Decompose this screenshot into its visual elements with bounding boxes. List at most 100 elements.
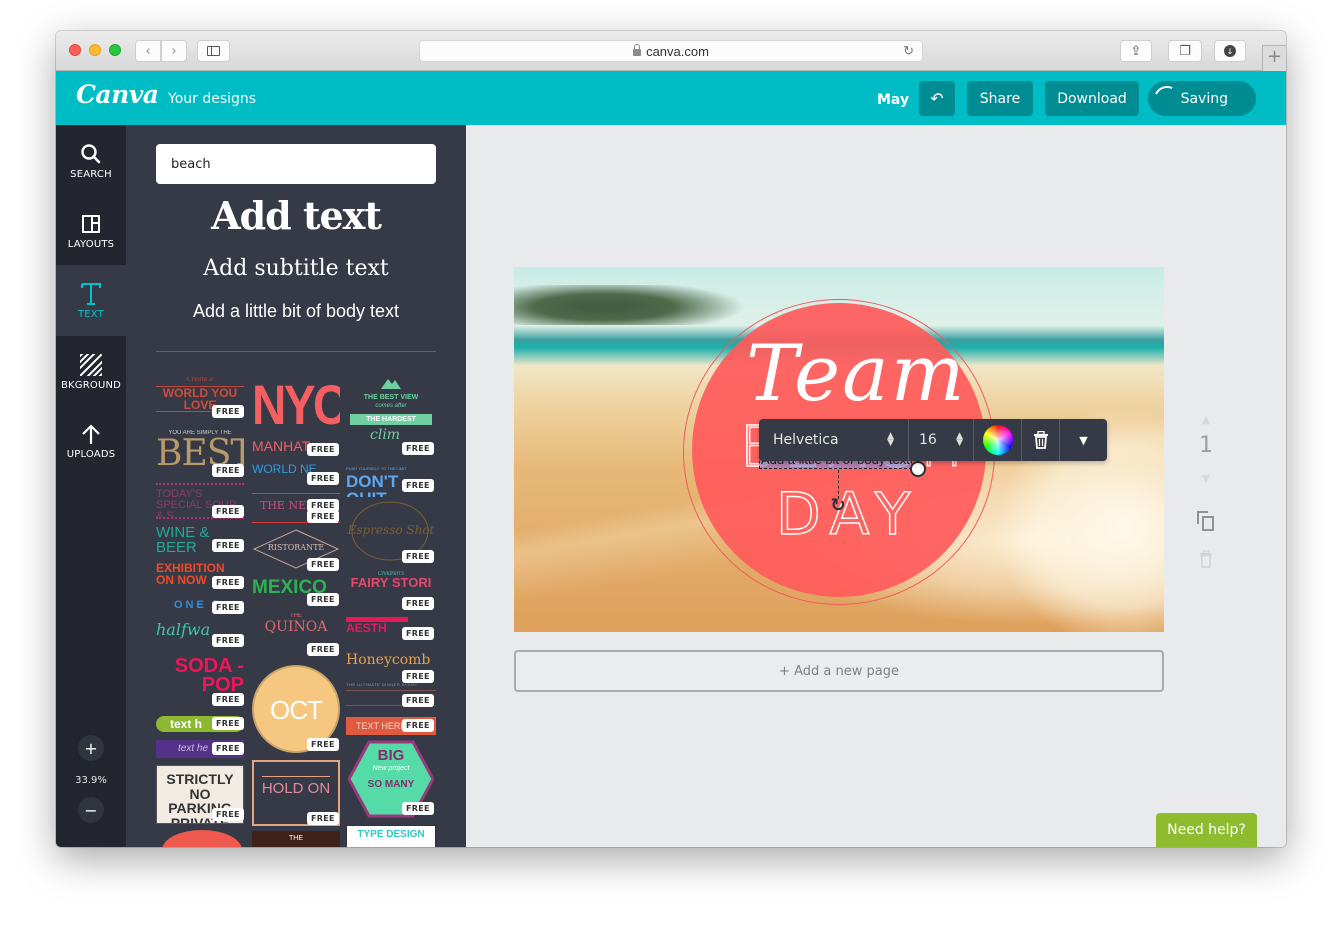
free-badge: FREE (212, 717, 244, 730)
font-size-value: 16 (919, 432, 937, 448)
undo-button[interactable]: ↶ (919, 81, 955, 116)
background-photo-trees (514, 285, 774, 325)
more-options-button[interactable]: ▼ (1060, 419, 1107, 461)
trash-icon (1200, 550, 1212, 568)
background-icon (80, 352, 102, 378)
text-icon (80, 281, 102, 307)
rail-item-search[interactable]: SEARCH (56, 125, 126, 195)
delete-page-button[interactable] (1191, 550, 1221, 572)
forward-icon: › (171, 43, 177, 59)
copy-icon (1197, 511, 1214, 531)
template-round-red[interactable] (162, 830, 242, 847)
rail-item-uploads[interactable]: UPLOADS (56, 405, 126, 475)
free-badge: FREE (212, 505, 244, 518)
free-badge: FREE (307, 593, 339, 606)
page-number: 1 (1199, 433, 1213, 458)
zoom-in-button[interactable]: + (78, 735, 104, 761)
search-icon (80, 141, 102, 167)
divider (156, 351, 436, 352)
address-bar[interactable]: canva.com ↻ (419, 40, 923, 62)
rail-label: SEARCH (70, 168, 112, 180)
layouts-icon (81, 211, 101, 237)
zoom-level: 33.9% (75, 775, 107, 786)
chevron-up-icon: ▲ (1201, 413, 1211, 426)
rail-label: LAYOUTS (67, 238, 115, 250)
page-down-button[interactable]: ▼ (1191, 472, 1221, 485)
minimize-window-button[interactable] (89, 44, 101, 56)
your-designs-link[interactable]: Your designs (168, 91, 256, 107)
free-badge: FREE (212, 742, 244, 755)
new-tab-button[interactable]: + (1262, 45, 1286, 71)
page-up-button[interactable]: ▲ (1191, 413, 1221, 426)
back-button[interactable]: ‹ (135, 40, 161, 62)
lock-icon (633, 43, 642, 56)
saving-status: Saving (1148, 81, 1256, 116)
delete-element-button[interactable] (1022, 419, 1060, 461)
free-badge: FREE (212, 601, 244, 614)
rail-item-text[interactable]: TEXT (56, 265, 126, 335)
rotate-handle-icon[interactable]: ↻ (828, 495, 848, 516)
font-size-select[interactable]: 16 ▲ ▼ (909, 419, 974, 461)
maximize-window-button[interactable] (109, 44, 121, 56)
add-body-text-button[interactable]: Add a little bit of body text (126, 301, 466, 322)
zoom-out-button[interactable]: − (78, 797, 104, 823)
spinner-icon (1150, 82, 1184, 116)
tabs-icon: ❐ (1179, 43, 1191, 59)
free-badge: FREE (212, 464, 244, 477)
free-badge: FREE (212, 693, 244, 706)
close-window-button[interactable] (69, 44, 81, 56)
share-icon: ⇪ (1130, 43, 1142, 59)
text-format-toolbar: Helvetica ▲ ▼ 16 ▲ ▼ ▼ (759, 419, 1107, 461)
share-button[interactable]: Share (967, 81, 1033, 116)
free-badge: FREE (402, 694, 434, 707)
free-badge: FREE (307, 443, 339, 456)
free-badge: FREE (402, 597, 434, 610)
free-badge: FREE (212, 539, 244, 552)
text-color-button[interactable] (974, 419, 1022, 461)
free-badge: FREE (402, 627, 434, 640)
forward-button[interactable]: › (161, 40, 187, 62)
duplicate-page-button[interactable] (1191, 510, 1221, 536)
sidebar-toggle-button[interactable] (197, 40, 230, 62)
back-icon: ‹ (145, 43, 151, 59)
add-subtitle-button[interactable]: Add subtitle text (126, 256, 466, 281)
font-family-select[interactable]: Helvetica ▲ ▼ (759, 419, 909, 461)
saving-label: Saving (1180, 90, 1228, 107)
app-header: Canva Your designs May ↶ Share Download … (56, 71, 1286, 125)
template-brown[interactable]: THE (252, 831, 340, 847)
free-badge: FREE (307, 812, 339, 825)
rail-item-background[interactable]: BKGROUND (56, 336, 126, 406)
add-heading-button[interactable]: Add text (126, 193, 466, 238)
free-badge: FREE (307, 472, 339, 485)
show-tabs-button[interactable]: ❐ (1168, 40, 1202, 62)
free-badge: FREE (212, 576, 244, 589)
share-page-button[interactable]: ⇪ (1120, 40, 1152, 62)
reload-icon[interactable]: ↻ (903, 43, 914, 59)
free-badge: FREE (212, 405, 244, 418)
search-input[interactable] (156, 144, 436, 184)
free-badge: FREE (402, 802, 434, 815)
free-badge: FREE (212, 808, 244, 821)
downloads-button[interactable]: ↓ (1214, 40, 1246, 62)
workspace: Team BEACH DAY Add a little bit of body … (466, 125, 1286, 847)
free-badge: FREE (212, 634, 244, 647)
download-button[interactable]: Download (1045, 81, 1139, 116)
left-nav-rail: SEARCH LAYOUTS TEXT BKGROUND UPLOADS + 3… (56, 125, 126, 847)
free-badge: FREE (307, 558, 339, 571)
resize-handle[interactable] (910, 461, 926, 477)
rail-label: BKGROUND (60, 379, 122, 391)
user-name[interactable]: May (877, 92, 909, 108)
need-help-button[interactable]: Need help? (1156, 813, 1257, 847)
color-picker-icon (982, 425, 1013, 455)
chevron-down-icon: ▼ (1201, 472, 1211, 485)
template-type-design[interactable]: TYPE DESIGN (346, 825, 436, 847)
canva-logo[interactable]: Canva (76, 80, 159, 109)
badge-day-text[interactable]: DAY (775, 479, 920, 549)
badge-script-text[interactable]: Team (746, 329, 967, 419)
add-new-page-button[interactable]: + Add a new page (514, 650, 1164, 692)
browser-window: ‹ › canva.com ↻ ⇪ ❐ ↓ + Canva Your desig… (56, 31, 1286, 847)
free-badge: FREE (402, 719, 434, 732)
undo-icon: ↶ (930, 89, 944, 108)
rail-item-layouts[interactable]: LAYOUTS (56, 195, 126, 265)
text-panel: Add text Add subtitle text Add a little … (126, 125, 466, 847)
